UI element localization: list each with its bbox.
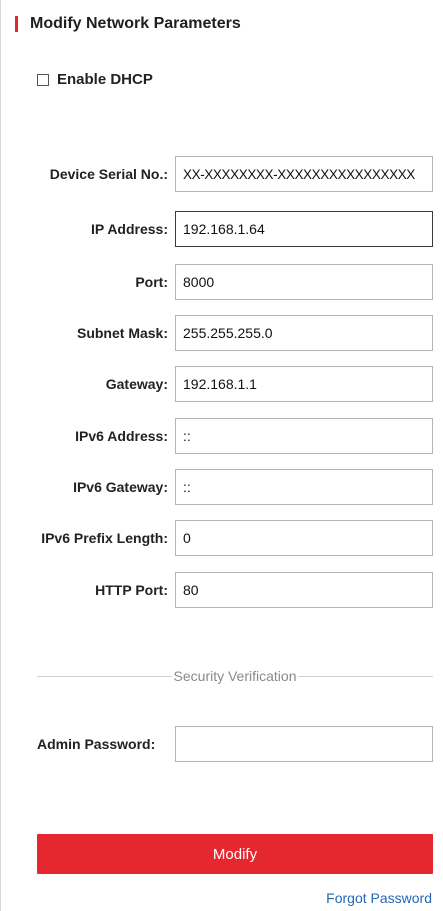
title-accent-bar <box>15 16 18 32</box>
device-serial-label: Device Serial No.: <box>49 166 168 182</box>
ip-address-input[interactable]: 192.168.1.64 <box>175 211 433 247</box>
device-serial-field: XX-XXXXXXXX-XXXXXXXXXXXXXXXX <box>175 156 433 192</box>
admin-password-input[interactable] <box>175 726 433 762</box>
ipv6-prefix-length-input[interactable]: 0 <box>175 520 433 556</box>
gateway-input[interactable]: 192.168.1.1 <box>175 366 433 402</box>
subnet-mask-input[interactable]: 255.255.255.0 <box>175 315 433 351</box>
ipv6-gateway-row: IPv6 Gateway: :: <box>1 469 443 505</box>
enable-dhcp-checkbox[interactable] <box>37 73 49 86</box>
admin-password-row: Admin Password: <box>1 726 443 762</box>
port-input[interactable]: 8000 <box>175 264 433 300</box>
ipv6-prefix-length-row: IPv6 Prefix Length: 0 <box>1 520 443 556</box>
enable-dhcp-label: Enable DHCP <box>57 71 153 88</box>
modify-network-panel: Modify Network Parameters Enable DHCP De… <box>0 0 443 911</box>
modify-button[interactable]: Modify <box>37 834 433 874</box>
ipv6-address-label: IPv6 Address: <box>75 428 168 444</box>
divider-line-right <box>298 675 434 677</box>
subnet-mask-label: Subnet Mask: <box>76 325 168 341</box>
security-verification-label: Security Verification <box>173 668 297 684</box>
ipv6-address-input[interactable]: :: <box>175 418 433 454</box>
forgot-password-link[interactable]: Forgot Password <box>326 890 432 906</box>
http-port-row: HTTP Port: 80 <box>1 572 443 608</box>
admin-password-label: Admin Password: <box>37 736 156 752</box>
port-row: Port: 8000 <box>1 264 443 300</box>
security-verification-divider: Security Verification <box>37 666 434 686</box>
gateway-label: Gateway: <box>105 376 168 392</box>
ipv6-gateway-label: IPv6 Gateway: <box>73 479 168 495</box>
subnet-mask-row: Subnet Mask: 255.255.255.0 <box>1 315 443 351</box>
panel-title: Modify Network Parameters <box>30 15 241 32</box>
ipv6-prefix-length-label: IPv6 Prefix Length: <box>41 530 168 546</box>
gateway-row: Gateway: 192.168.1.1 <box>1 366 443 402</box>
ip-address-row: IP Address: 192.168.1.64 <box>1 211 443 247</box>
ipv6-gateway-input[interactable]: :: <box>175 469 433 505</box>
device-serial-row: Device Serial No.: XX-XXXXXXXX-XXXXXXXXX… <box>1 156 443 192</box>
divider-line-left <box>37 675 172 677</box>
enable-dhcp-option[interactable]: Enable DHCP <box>37 71 153 88</box>
panel-header: Modify Network Parameters <box>15 14 241 34</box>
http-port-input[interactable]: 80 <box>175 572 433 608</box>
http-port-label: HTTP Port: <box>95 582 168 598</box>
port-label: Port: <box>135 274 168 290</box>
ipv6-address-row: IPv6 Address: :: <box>1 418 443 454</box>
ip-address-label: IP Address: <box>90 221 168 237</box>
